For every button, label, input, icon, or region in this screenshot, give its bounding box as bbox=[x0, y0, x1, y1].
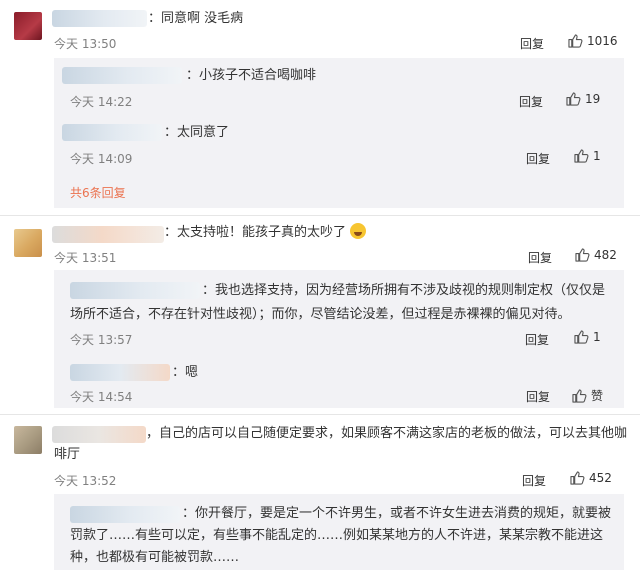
thumbs-up-icon bbox=[570, 471, 585, 485]
divider bbox=[0, 215, 640, 216]
comment-time: 今天 13:52 bbox=[54, 474, 117, 488]
view-all-replies-link[interactable]: 共6条回复 bbox=[70, 184, 126, 201]
comment-time: 今天 13:50 bbox=[54, 37, 117, 51]
laughing-emoji-icon bbox=[350, 223, 367, 239]
username-blurred[interactable] bbox=[52, 426, 146, 443]
like-button[interactable]: 452 bbox=[570, 471, 612, 485]
reply-text: ：嗯 bbox=[172, 365, 199, 380]
comment-time: 今天 13:51 bbox=[54, 251, 117, 265]
reply-text-line1: ：我也选择支持，因为经营场所拥有不涉及歧视的规则制定权（仅仅是 bbox=[202, 283, 606, 298]
like-count: 1 bbox=[593, 330, 601, 344]
thumbs-up-icon bbox=[568, 34, 583, 48]
reply-button[interactable]: 回复 bbox=[528, 249, 552, 266]
reply-button[interactable]: 回复 bbox=[522, 472, 546, 489]
reply-text: ：太同意了 bbox=[164, 125, 230, 140]
reply-text-line2: 罚款了……有些可以定，有些事不能乱定的……例如某某地方的人不许进，某某宗教不能进… bbox=[70, 528, 604, 543]
thumbs-up-icon bbox=[574, 149, 589, 163]
reply-button[interactable]: 回复 bbox=[520, 35, 544, 52]
username-blurred[interactable] bbox=[70, 364, 170, 381]
reply-time: 今天 13:57 bbox=[70, 333, 133, 347]
reply-button[interactable]: 回复 bbox=[526, 150, 550, 167]
reply-text: ：小孩子不适合喝咖啡 bbox=[186, 68, 317, 83]
comment-text-content: ：太支持啦！能孩子真的太吵了 bbox=[164, 225, 347, 240]
thumbs-up-icon bbox=[574, 330, 589, 344]
like-button[interactable]: 赞 bbox=[572, 387, 603, 404]
reply-text-line3: 种，也都极有可能被罚款…… bbox=[70, 550, 240, 565]
like-button[interactable]: 19 bbox=[566, 92, 600, 106]
username-blurred[interactable] bbox=[62, 124, 162, 141]
thumbs-up-icon bbox=[566, 92, 581, 106]
reply-time: 今天 14:54 bbox=[70, 390, 133, 404]
comment-text-line2: 啡厅 bbox=[54, 447, 81, 462]
like-button[interactable]: 482 bbox=[575, 248, 617, 262]
thumbs-up-icon bbox=[575, 248, 590, 262]
like-button[interactable]: 1 bbox=[574, 330, 601, 344]
username-blurred[interactable] bbox=[70, 506, 180, 523]
thumbs-up-icon bbox=[572, 388, 587, 403]
divider bbox=[0, 414, 640, 415]
reply-time: 今天 14:22 bbox=[70, 95, 133, 109]
like-button[interactable]: 1016 bbox=[568, 34, 618, 48]
avatar[interactable] bbox=[14, 12, 42, 40]
like-count: 19 bbox=[585, 92, 601, 106]
reply-button[interactable]: 回复 bbox=[526, 388, 550, 405]
reply-button[interactable]: 回复 bbox=[525, 331, 549, 348]
reply-text-line2: 场所不适合，不存在针对性歧视）；而你，尽管结论没差，但过程是赤裸裸的偏见对待。 bbox=[70, 307, 571, 322]
comment-text: ：太支持啦！能孩子真的太吵了 bbox=[164, 222, 367, 244]
like-count: 452 bbox=[589, 471, 612, 485]
like-count: 赞 bbox=[591, 389, 604, 403]
username-blurred[interactable] bbox=[70, 282, 200, 299]
like-count: 482 bbox=[594, 248, 617, 262]
reply-text-line1: ：你开餐厅，要是定一个不许男生，或者不许女生进去消费的规矩，就要被 bbox=[182, 506, 612, 521]
username-blurred[interactable] bbox=[52, 226, 164, 243]
comment-text-line1: ，自己的店可以自己随便定要求，如果顾客不满这家店的老板的做法，可以去其他咖 bbox=[146, 426, 628, 441]
like-count: 1016 bbox=[587, 34, 618, 48]
like-count: 1 bbox=[593, 149, 601, 163]
reply-button[interactable]: 回复 bbox=[519, 93, 543, 110]
like-button[interactable]: 1 bbox=[574, 149, 601, 163]
username-blurred[interactable] bbox=[62, 67, 182, 84]
avatar[interactable] bbox=[14, 229, 42, 257]
avatar[interactable] bbox=[14, 426, 42, 454]
comment-text: ：同意啊 没毛病 bbox=[148, 11, 244, 26]
reply-time: 今天 14:09 bbox=[70, 152, 133, 166]
username-blurred[interactable] bbox=[52, 10, 147, 27]
